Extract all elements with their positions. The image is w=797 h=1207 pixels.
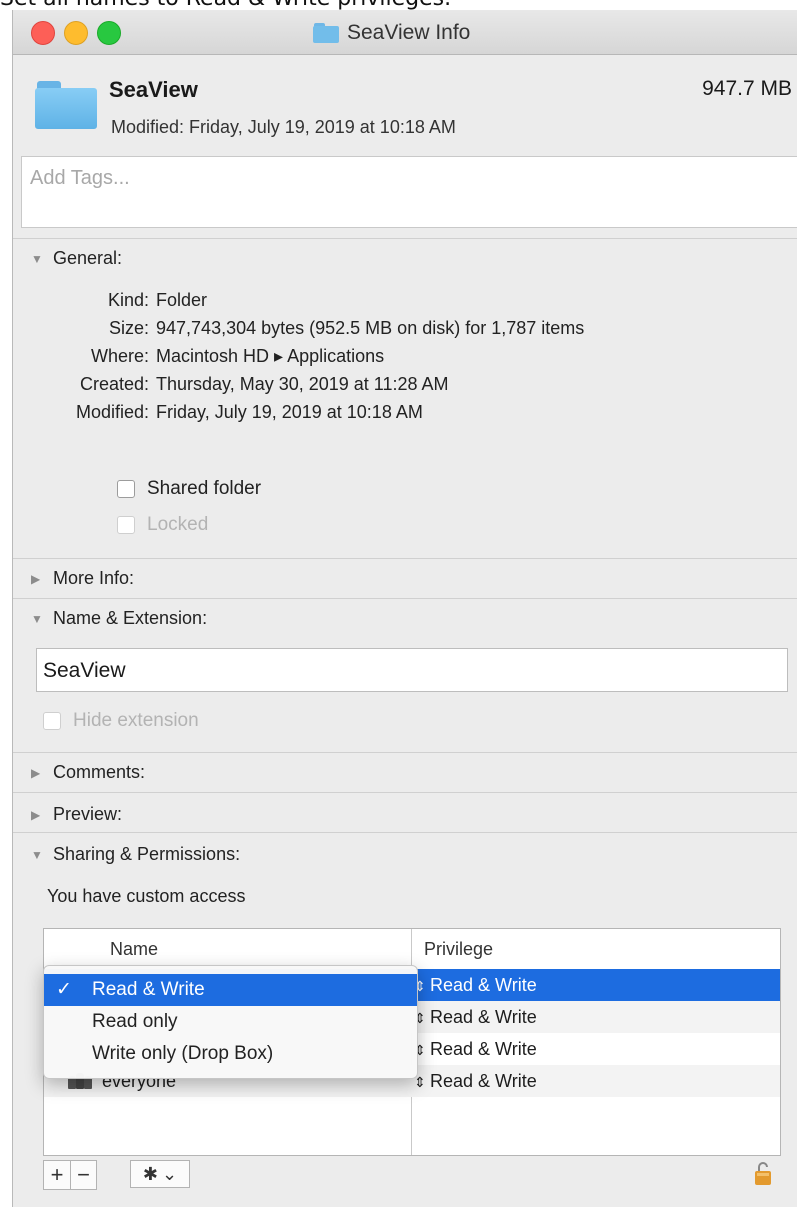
section-sharing-header[interactable]: ▼ Sharing & Permissions:	[31, 844, 240, 865]
menu-item-label: Read & Write	[92, 979, 205, 1000]
window-title: SeaView Info	[313, 20, 470, 46]
privilege-popup[interactable]: ⇕ Read & Write	[414, 1065, 537, 1098]
name-field[interactable]: SeaView	[36, 648, 788, 692]
info-modified-row: Modified: Friday, July 19, 2019 at 10:18…	[13, 402, 423, 423]
section-general-label: General:	[53, 248, 123, 268]
disclosure-triangle-icon[interactable]: ▶	[31, 808, 45, 822]
zoom-icon[interactable]	[97, 21, 121, 45]
privilege-popup[interactable]: ⇕ Read & Write	[414, 1001, 537, 1034]
info-window: SeaView Info SeaView 947.7 MB Modified: …	[12, 10, 797, 1207]
privilege-value: Read & Write	[430, 975, 537, 995]
privilege-value: Read & Write	[430, 1039, 537, 1059]
folder-name: SeaView	[109, 77, 198, 102]
privilege-value: Read & Write	[430, 1007, 537, 1027]
section-preview-header[interactable]: ▶ Preview:	[31, 804, 122, 825]
locked-label: Locked	[147, 514, 209, 535]
divider	[13, 598, 797, 599]
hide-extension-checkbox: Hide extension	[43, 710, 199, 732]
tags-field[interactable]	[21, 156, 797, 228]
size-value: 947,743,304 bytes (952.5 MB on disk) for…	[156, 318, 585, 338]
gear-icon: ✱	[142, 1163, 158, 1184]
section-preview-label: Preview:	[53, 804, 123, 824]
disclosure-triangle-icon[interactable]: ▼	[31, 848, 45, 862]
divider	[13, 792, 797, 793]
column-header-name[interactable]: Name	[110, 929, 158, 969]
hide-extension-label: Hide extension	[73, 710, 199, 731]
divider	[13, 238, 797, 239]
title-bar[interactable]: SeaView Info	[13, 10, 797, 55]
lock-icon[interactable]	[753, 1160, 773, 1186]
minimize-icon[interactable]	[64, 21, 88, 45]
section-more-info-header[interactable]: ▶ More Info:	[31, 568, 134, 589]
checkmark-icon: ✓	[56, 979, 72, 1000]
kind-value: Folder	[156, 290, 208, 310]
window-title-text: SeaView Info	[347, 21, 471, 44]
remove-user-button[interactable]: −	[70, 1161, 96, 1189]
info-header: SeaView 947.7 MB Modified: Friday, July …	[13, 55, 797, 153]
menu-item-write-only[interactable]: Write only (Drop Box)	[44, 1038, 417, 1070]
checkbox-box[interactable]	[117, 480, 135, 498]
info-where-row: Where: Macintosh HD ▸ Applications	[13, 346, 384, 367]
checkbox-box	[43, 712, 61, 730]
shared-folder-label: Shared folder	[147, 478, 262, 499]
divider	[13, 558, 797, 559]
disclosure-triangle-icon[interactable]: ▼	[31, 612, 45, 626]
info-size-row: Size: 947,743,304 bytes (952.5 MB on dis…	[13, 318, 584, 339]
where-value: Macintosh HD ▸ Applications	[156, 346, 385, 366]
disclosure-triangle-icon[interactable]: ▼	[31, 252, 45, 266]
section-general-header[interactable]: ▼ General:	[31, 248, 122, 269]
action-menu-button[interactable]: ✱ ⌄	[130, 1160, 190, 1188]
section-comments-header[interactable]: ▶ Comments:	[31, 762, 145, 783]
menu-item-label: Read only	[92, 1011, 178, 1032]
shared-folder-checkbox[interactable]: Shared folder	[117, 478, 261, 500]
kind-label: Kind:	[107, 290, 149, 310]
divider	[13, 832, 797, 833]
tags-input[interactable]	[28, 166, 732, 191]
where-label: Where:	[90, 346, 149, 366]
section-sharing-label: Sharing & Permissions:	[53, 844, 241, 864]
section-comments-label: Comments:	[53, 762, 146, 782]
menu-item-read-only[interactable]: Read only	[44, 1006, 417, 1038]
custom-access-text: You have custom access	[47, 886, 246, 906]
section-more-info-label: More Info:	[53, 568, 135, 588]
column-header-privilege[interactable]: Privilege	[424, 929, 493, 969]
created-label: Created:	[79, 374, 149, 394]
section-name-extension-header[interactable]: ▼ Name & Extension:	[31, 608, 207, 629]
section-name-extension-label: Name & Extension:	[53, 608, 208, 628]
add-remove-buttons: + −	[43, 1160, 97, 1190]
privilege-value: Read & Write	[430, 1071, 537, 1091]
disclosure-triangle-icon[interactable]: ▶	[31, 572, 45, 586]
menu-item-read-write[interactable]: ✓ Read & Write	[44, 974, 417, 1006]
disclosure-triangle-icon[interactable]: ▶	[31, 766, 45, 780]
folder-icon	[35, 81, 97, 129]
folder-icon	[313, 23, 339, 43]
folder-size: 947.7 MB	[702, 77, 792, 100]
menu-item-label: Write only (Drop Box)	[92, 1043, 274, 1064]
privilege-popup[interactable]: ⇕ Read & Write	[414, 1033, 537, 1066]
info-kind-row: Kind: Folder	[13, 290, 207, 311]
size-label: Size:	[108, 318, 149, 338]
close-icon[interactable]	[31, 21, 55, 45]
created-value: Thursday, May 30, 2019 at 11:28 AM	[156, 374, 449, 394]
add-user-button[interactable]: +	[44, 1161, 70, 1189]
privilege-popup[interactable]: ⇕ Read & Write	[414, 969, 537, 1002]
modified-label: Modified:	[75, 402, 149, 422]
chevron-down-icon: ⌄	[162, 1163, 178, 1184]
checkbox-box	[117, 516, 135, 534]
divider	[13, 752, 797, 753]
privilege-popup-menu: ✓ Read & Write Read only Write only (Dro…	[43, 965, 418, 1079]
folder-modified-date: Modified: Friday, July 19, 2019 at 10:18…	[111, 117, 456, 137]
modified-value: Friday, July 19, 2019 at 10:18 AM	[156, 402, 423, 422]
info-created-row: Created: Thursday, May 30, 2019 at 11:28…	[13, 374, 449, 395]
locked-checkbox: Locked	[117, 514, 208, 536]
